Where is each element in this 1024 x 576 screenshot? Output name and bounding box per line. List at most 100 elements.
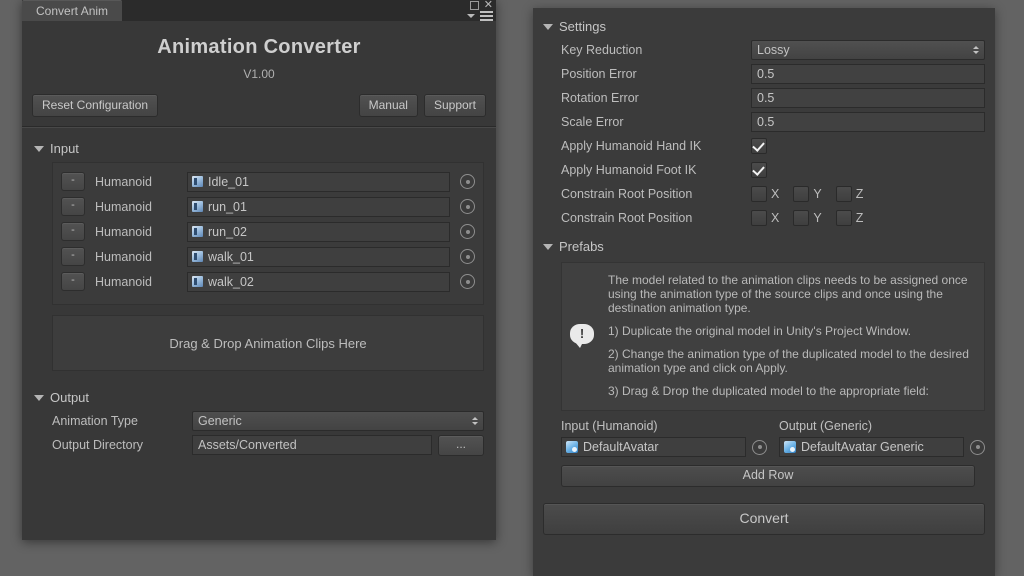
prefab-input-value: DefaultAvatar <box>583 440 659 454</box>
object-picker-icon[interactable] <box>970 439 985 455</box>
object-picker-icon[interactable] <box>752 439 767 455</box>
constrain-y-checkbox[interactable] <box>793 210 810 226</box>
axis-x-label: X <box>771 187 780 201</box>
animation-clip-icon <box>192 251 203 262</box>
version-label: V1.00 <box>243 67 275 81</box>
key-reduction-dropdown[interactable]: Lossy <box>751 40 985 60</box>
clip-name: walk_01 <box>208 249 254 264</box>
constrain-x-checkbox[interactable] <box>751 186 767 202</box>
convert-button[interactable]: Convert <box>543 503 985 535</box>
foot-ik-label: Apply Humanoid Foot IK <box>561 163 697 177</box>
axis-z-label: Z <box>855 187 864 201</box>
position-error-row: Position Error 0.5 <box>543 62 985 86</box>
settings-section-label: Settings <box>559 19 606 34</box>
remove-row-button[interactable]: - <box>61 197 85 216</box>
info-exclamation: ! <box>579 326 585 341</box>
settings-section: Settings Key Reduction Lossy Position Er… <box>533 8 995 230</box>
hand-ik-checkbox[interactable] <box>751 138 767 154</box>
help-paragraph: The model related to the animation clips… <box>608 273 968 315</box>
settings-panel: Settings Key Reduction Lossy Position Er… <box>533 8 995 576</box>
prefab-model-icon <box>784 441 796 453</box>
input-clip-list: - Humanoid Idle_01 - Humanoid run_01 - H… <box>52 162 484 305</box>
animation-type-dropdown[interactable]: Generic <box>192 411 484 431</box>
triangle-down-icon <box>543 23 553 30</box>
header-button-row: Reset Configuration Manual Support <box>22 81 496 126</box>
animation-clip-icon <box>192 201 203 212</box>
animation-converter-window: Convert Anim ✕ Animation Converter V1.00… <box>22 0 496 540</box>
hand-ik-label: Apply Humanoid Hand IK <box>561 139 702 153</box>
updown-arrows-icon <box>973 46 979 54</box>
help-paragraph: 3) Drag & Drop the duplicated model to t… <box>608 384 929 398</box>
object-picker-icon[interactable] <box>460 199 475 214</box>
manual-button[interactable]: Manual <box>358 94 418 117</box>
table-row: - Humanoid walk_02 <box>61 269 475 294</box>
constrain-y-checkbox[interactable] <box>793 186 810 202</box>
object-picker-icon[interactable] <box>460 174 475 189</box>
constrain-z-checkbox[interactable] <box>835 210 852 226</box>
chevron-down-icon[interactable] <box>467 14 475 18</box>
prefab-output-object-field[interactable]: DefaultAvatar Generic <box>779 437 964 457</box>
prefabs-foldout[interactable]: Prefabs <box>543 234 985 258</box>
browse-directory-button[interactable]: ... <box>438 434 484 456</box>
input-foldout[interactable]: Input <box>34 136 484 160</box>
key-reduction-value: Lossy <box>757 43 790 57</box>
output-directory-label: Output Directory <box>52 438 144 452</box>
triangle-down-icon <box>543 243 553 250</box>
output-directory-input[interactable]: Assets/Converted <box>192 435 432 455</box>
scale-error-input[interactable]: 0.5 <box>751 112 985 132</box>
clip-dropzone[interactable]: Drag & Drop Animation Clips Here <box>52 315 484 371</box>
tab-convert-anim[interactable]: Convert Anim <box>22 0 123 21</box>
clip-object-field[interactable]: run_01 <box>187 196 450 217</box>
hamburger-menu-icon[interactable] <box>480 11 493 21</box>
animation-clip-icon <box>192 226 203 237</box>
clip-object-field[interactable]: Idle_01 <box>187 171 450 192</box>
window-tab-bar: Convert Anim ✕ <box>22 0 496 21</box>
screen: Convert Anim ✕ Animation Converter V1.00… <box>0 0 1024 576</box>
animation-clip-icon <box>192 176 203 187</box>
constrain-root-position-row: Constrain Root Position X Y Z <box>543 182 985 206</box>
clip-name: walk_02 <box>208 274 254 289</box>
remove-row-button[interactable]: - <box>61 247 85 266</box>
prefabs-section: Prefabs ! The model related to the anima… <box>533 230 995 487</box>
object-picker-icon[interactable] <box>460 249 475 264</box>
clip-object-field[interactable]: run_02 <box>187 221 450 242</box>
add-row-button[interactable]: Add Row <box>561 465 975 487</box>
prefab-model-icon <box>566 441 578 453</box>
settings-foldout[interactable]: Settings <box>543 14 985 38</box>
prefab-field-columns: Input (Humanoid) DefaultAvatar Output (G… <box>543 411 985 457</box>
prefab-output-column: Output (Generic) DefaultAvatar Generic <box>779 419 985 457</box>
key-reduction-row: Key Reduction Lossy <box>543 38 985 62</box>
output-section: Output Animation Type Generic Output Dir… <box>22 371 496 457</box>
foot-ik-checkbox[interactable] <box>751 162 767 178</box>
reset-configuration-button[interactable]: Reset Configuration <box>32 94 159 117</box>
rotation-error-label: Rotation Error <box>561 91 639 105</box>
axis-z-label: Z <box>855 211 864 225</box>
rotation-error-input[interactable]: 0.5 <box>751 88 985 108</box>
prefab-input-column: Input (Humanoid) DefaultAvatar <box>561 419 767 457</box>
clip-type-label: Humanoid <box>95 274 152 289</box>
position-error-input[interactable]: 0.5 <box>751 64 985 84</box>
constrain-z-checkbox[interactable] <box>835 186 852 202</box>
support-button[interactable]: Support <box>423 94 486 117</box>
animation-type-row: Animation Type Generic <box>34 409 484 433</box>
axis-y-label: Y <box>813 211 822 225</box>
remove-row-button[interactable]: - <box>61 172 85 191</box>
remove-row-button[interactable]: - <box>61 272 85 291</box>
constrain-x-checkbox[interactable] <box>751 210 767 226</box>
close-icon[interactable]: ✕ <box>484 0 493 10</box>
maximize-icon[interactable] <box>469 0 479 10</box>
prefab-output-caption: Output (Generic) <box>779 419 873 433</box>
prefabs-section-label: Prefabs <box>559 239 604 254</box>
prefab-input-object-field[interactable]: DefaultAvatar <box>561 437 746 457</box>
constrain-root-position-row: Constrain Root Position X Y Z <box>543 206 985 230</box>
clip-object-field[interactable]: walk_01 <box>187 246 450 267</box>
left-panel-body: Animation Converter V1.00 Reset Configur… <box>22 21 496 457</box>
dropzone-label: Drag & Drop Animation Clips Here <box>169 335 367 351</box>
output-foldout[interactable]: Output <box>34 385 484 409</box>
clip-name: Idle_01 <box>208 174 250 189</box>
object-picker-icon[interactable] <box>460 224 475 239</box>
position-error-label: Position Error <box>561 67 637 81</box>
object-picker-icon[interactable] <box>460 274 475 289</box>
remove-row-button[interactable]: - <box>61 222 85 241</box>
clip-object-field[interactable]: walk_02 <box>187 271 450 292</box>
